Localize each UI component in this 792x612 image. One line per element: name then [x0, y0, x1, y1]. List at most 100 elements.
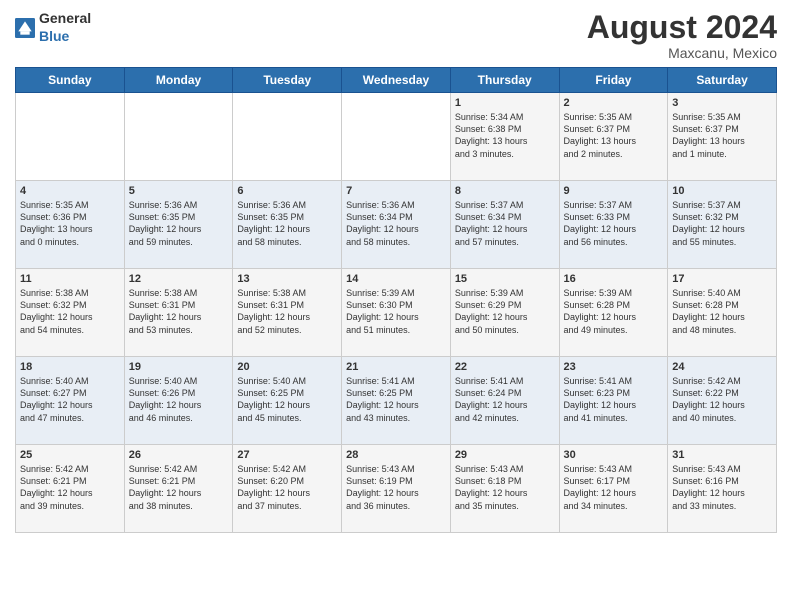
- day-number: 29: [455, 449, 555, 461]
- main-container: General Blue August 2024 Maxcanu, Mexico…: [0, 0, 792, 543]
- cell-content: Sunrise: 5:38 AMSunset: 6:31 PMDaylight:…: [129, 287, 229, 336]
- calendar-cell: 1Sunrise: 5:34 AMSunset: 6:38 PMDaylight…: [450, 93, 559, 181]
- day-number: 17: [672, 273, 772, 285]
- calendar-cell: 18Sunrise: 5:40 AMSunset: 6:27 PMDayligh…: [16, 357, 125, 445]
- day-header-tuesday: Tuesday: [233, 68, 342, 93]
- cell-content: Sunrise: 5:38 AMSunset: 6:32 PMDaylight:…: [20, 287, 120, 336]
- cell-content: Sunrise: 5:36 AMSunset: 6:35 PMDaylight:…: [237, 199, 337, 248]
- calendar-cell: 16 Sunrise: 5:39 AMSunset: 6:28 PMDayligh…: [559, 269, 668, 357]
- cell-content: Sunrise: 5:36 AMSunset: 6:34 PMDaylight:…: [346, 199, 446, 248]
- cell-content: Sunrise: 5:42 AMSunset: 6:21 PMDaylight:…: [129, 463, 229, 512]
- day-number: 21: [346, 361, 446, 373]
- day-number: 11: [20, 273, 120, 285]
- month-title: August 2024: [587, 10, 777, 45]
- calendar-cell: 23Sunrise: 5:41 AMSunset: 6:23 PMDayligh…: [559, 357, 668, 445]
- day-number: 24: [672, 361, 772, 373]
- calendar-cell: 12Sunrise: 5:38 AMSunset: 6:31 PMDayligh…: [124, 269, 233, 357]
- cell-content: Sunrise: 5:37 AMSunset: 6:33 PMDaylight:…: [564, 199, 664, 248]
- day-number: 20: [237, 361, 337, 373]
- cell-content: Sunrise: 5:40 AMSunset: 6:25 PMDaylight:…: [237, 375, 337, 424]
- calendar-cell: [342, 93, 451, 181]
- cell-content: Sunrise: 5:41 AMSunset: 6:25 PMDaylight:…: [346, 375, 446, 424]
- day-number: 16: [564, 273, 664, 285]
- cell-content: Sunrise: 5:43 AMSunset: 6:19 PMDaylight:…: [346, 463, 446, 512]
- week-row-3: 11 Sunrise: 5:38 AMSunset: 6:32 PMDayligh…: [16, 269, 777, 357]
- week-row-1: 1Sunrise: 5:34 AMSunset: 6:38 PMDaylight…: [16, 93, 777, 181]
- cell-content: Sunrise: 5:38 AMSunset: 6:31 PMDaylight:…: [237, 287, 337, 336]
- day-header-monday: Monday: [124, 68, 233, 93]
- cell-content: Sunrise: 5:43 AMSunset: 6:18 PMDaylight:…: [455, 463, 555, 512]
- day-number: 31: [672, 449, 772, 461]
- day-number: 13: [237, 273, 337, 285]
- logo-general: General: [39, 10, 91, 26]
- calendar-cell: 14 Sunrise: 5:39 AMSunset: 6:30 PMDayligh…: [342, 269, 451, 357]
- calendar-cell: 25Sunrise: 5:42 AMSunset: 6:21 PMDayligh…: [16, 445, 125, 533]
- week-row-5: 25Sunrise: 5:42 AMSunset: 6:21 PMDayligh…: [16, 445, 777, 533]
- calendar-cell: 27Sunrise: 5:42 AMSunset: 6:20 PMDayligh…: [233, 445, 342, 533]
- calendar-table: SundayMondayTuesdayWednesdayThursdayFrid…: [15, 67, 777, 533]
- day-number: 6: [237, 185, 337, 197]
- day-header-wednesday: Wednesday: [342, 68, 451, 93]
- day-number: 26: [129, 449, 229, 461]
- week-row-4: 18Sunrise: 5:40 AMSunset: 6:27 PMDayligh…: [16, 357, 777, 445]
- calendar-cell: 9Sunrise: 5:37 AMSunset: 6:33 PMDaylight…: [559, 181, 668, 269]
- calendar-cell: 22 Sunrise: 5:41 AMSunset: 6:24 PMDayligh…: [450, 357, 559, 445]
- calendar-cell: 28 Sunrise: 5:43 AMSunset: 6:19 PMDayligh…: [342, 445, 451, 533]
- day-number: 15: [455, 273, 555, 285]
- cell-content: Sunrise: 5:43 AMSunset: 6:16 PMDaylight:…: [672, 463, 772, 512]
- calendar-header-row: SundayMondayTuesdayWednesdayThursdayFrid…: [16, 68, 777, 93]
- title-block: August 2024 Maxcanu, Mexico: [587, 10, 777, 61]
- calendar-cell: 13 Sunrise: 5:38 AMSunset: 6:31 PMDayligh…: [233, 269, 342, 357]
- cell-content: Sunrise: 5:39 AMSunset: 6:29 PMDaylight:…: [455, 287, 555, 336]
- cell-content: Sunrise: 5:41 AMSunset: 6:23 PMDaylight:…: [564, 375, 664, 424]
- cell-content: Sunrise: 5:42 AMSunset: 6:22 PMDaylight:…: [672, 375, 772, 424]
- day-number: 18: [20, 361, 120, 373]
- calendar-cell: 24 Sunrise: 5:42 AMSunset: 6:22 PMDayligh…: [668, 357, 777, 445]
- day-number: 8: [455, 185, 555, 197]
- cell-content: Sunrise: 5:36 AMSunset: 6:35 PMDaylight:…: [129, 199, 229, 248]
- day-number: 1: [455, 97, 555, 109]
- cell-content: Sunrise: 5:39 AMSunset: 6:30 PMDaylight:…: [346, 287, 446, 336]
- cell-content: Sunrise: 5:35 AMSunset: 6:37 PMDaylight:…: [564, 111, 664, 160]
- calendar-cell: 10Sunrise: 5:37 AMSunset: 6:32 PMDayligh…: [668, 181, 777, 269]
- calendar-cell: 31 Sunrise: 5:43 AMSunset: 6:16 PMDayligh…: [668, 445, 777, 533]
- calendar-cell: [233, 93, 342, 181]
- day-header-saturday: Saturday: [668, 68, 777, 93]
- calendar-cell: 21 Sunrise: 5:41 AMSunset: 6:25 PMDayligh…: [342, 357, 451, 445]
- calendar-cell: 17Sunrise: 5:40 AMSunset: 6:28 PMDayligh…: [668, 269, 777, 357]
- day-number: 14: [346, 273, 446, 285]
- day-header-thursday: Thursday: [450, 68, 559, 93]
- logo-blue: Blue: [39, 28, 69, 44]
- day-number: 5: [129, 185, 229, 197]
- day-number: 3: [672, 97, 772, 109]
- logo-icon: [15, 18, 35, 38]
- cell-content: Sunrise: 5:39 AMSunset: 6:28 PMDaylight:…: [564, 287, 664, 336]
- calendar-cell: 4 Sunrise: 5:35 AMSunset: 6:36 PMDaylight…: [16, 181, 125, 269]
- calendar-cell: 30Sunrise: 5:43 AMSunset: 6:17 PMDayligh…: [559, 445, 668, 533]
- day-number: 27: [237, 449, 337, 461]
- calendar-cell: 7 Sunrise: 5:36 AMSunset: 6:34 PMDaylight…: [342, 181, 451, 269]
- day-number: 19: [129, 361, 229, 373]
- day-header-sunday: Sunday: [16, 68, 125, 93]
- day-number: 28: [346, 449, 446, 461]
- day-number: 30: [564, 449, 664, 461]
- week-row-2: 4 Sunrise: 5:35 AMSunset: 6:36 PMDaylight…: [16, 181, 777, 269]
- calendar-cell: 20 Sunrise: 5:40 AMSunset: 6:25 PMDayligh…: [233, 357, 342, 445]
- day-number: 22: [455, 361, 555, 373]
- day-number: 7: [346, 185, 446, 197]
- cell-content: Sunrise: 5:35 AMSunset: 6:36 PMDaylight:…: [20, 199, 120, 248]
- calendar-cell: 11 Sunrise: 5:38 AMSunset: 6:32 PMDayligh…: [16, 269, 125, 357]
- calendar-cell: 8 Sunrise: 5:37 AMSunset: 6:34 PMDaylight…: [450, 181, 559, 269]
- calendar-cell: [124, 93, 233, 181]
- logo: General Blue: [15, 10, 91, 46]
- calendar-cell: 2Sunrise: 5:35 AMSunset: 6:37 PMDaylight…: [559, 93, 668, 181]
- cell-content: Sunrise: 5:35 AMSunset: 6:37 PMDaylight:…: [672, 111, 772, 160]
- location-title: Maxcanu, Mexico: [587, 45, 777, 61]
- cell-content: Sunrise: 5:42 AMSunset: 6:21 PMDaylight:…: [20, 463, 120, 512]
- day-number: 4: [20, 185, 120, 197]
- cell-content: Sunrise: 5:41 AMSunset: 6:24 PMDaylight:…: [455, 375, 555, 424]
- day-number: 10: [672, 185, 772, 197]
- header: General Blue August 2024 Maxcanu, Mexico: [15, 10, 777, 61]
- day-header-friday: Friday: [559, 68, 668, 93]
- cell-content: Sunrise: 5:37 AMSunset: 6:34 PMDaylight:…: [455, 199, 555, 248]
